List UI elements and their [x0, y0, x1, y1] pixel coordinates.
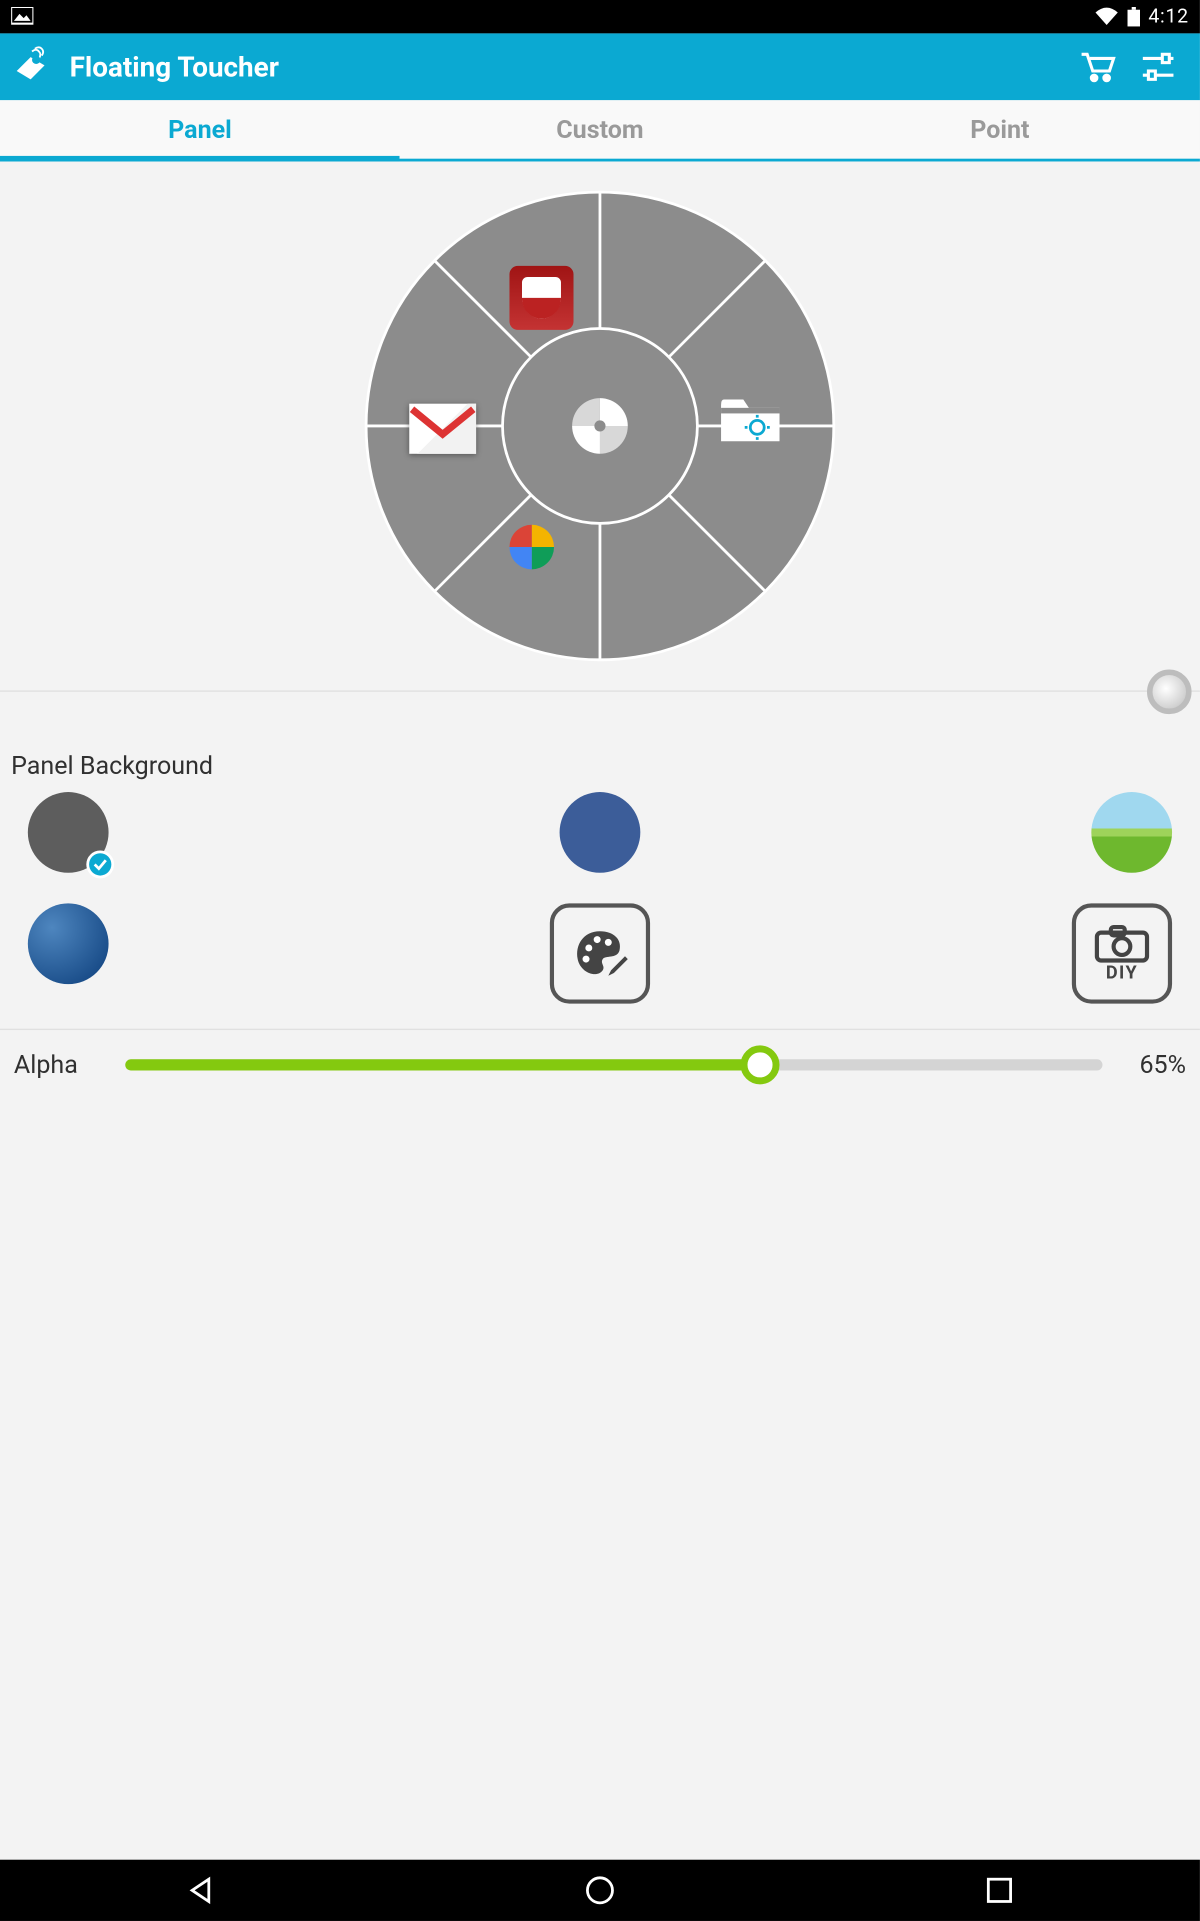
app-title: Floating Toucher: [70, 50, 1067, 83]
cart-icon: [1076, 46, 1118, 88]
settings-button[interactable]: [1128, 36, 1189, 97]
selected-check-icon: [86, 851, 114, 879]
nav-back-button[interactable]: [144, 1874, 255, 1907]
tab-custom[interactable]: Custom: [400, 100, 800, 158]
nav-home-button[interactable]: [544, 1874, 655, 1907]
bg-option-gray[interactable]: [28, 792, 109, 873]
status-bar: 4:12: [0, 0, 1200, 33]
bg-option-landscape[interactable]: [1091, 792, 1172, 873]
nfl-icon: [509, 266, 573, 330]
sliders-icon: [1137, 46, 1179, 88]
back-icon: [183, 1874, 216, 1907]
bg-option-diy[interactable]: DIY: [1072, 903, 1172, 1003]
status-clock: 4:12: [1148, 6, 1188, 28]
palette-icon: [569, 923, 630, 984]
panel-background-heading: Panel Background: [0, 746, 1200, 792]
diy-label: DIY: [1106, 963, 1138, 984]
battery-icon: [1128, 7, 1141, 26]
wheel-slot-photos[interactable]: [504, 519, 574, 589]
system-nav-bar: [0, 1860, 1200, 1921]
floating-point-handle[interactable]: [1147, 670, 1192, 715]
cart-button[interactable]: [1066, 36, 1127, 97]
wheel-slot-settings-folder[interactable]: [718, 391, 788, 461]
alpha-label: Alpha: [14, 1050, 125, 1079]
image-notification-icon: [11, 7, 33, 26]
bg-option-blue[interactable]: [560, 792, 641, 873]
tab-bar: Panel Custom Point: [0, 100, 1200, 161]
home-icon: [583, 1874, 616, 1907]
wheel-slot-gmail[interactable]: [408, 394, 478, 464]
wifi-icon: [1094, 7, 1119, 26]
bg-option-palette[interactable]: [550, 903, 650, 1003]
camera-icon: [1094, 924, 1150, 963]
alpha-value: 65%: [1102, 1050, 1186, 1079]
gmail-icon: [409, 404, 476, 454]
panel-wheel[interactable]: [363, 189, 836, 662]
nav-recent-button[interactable]: [944, 1875, 1055, 1906]
alpha-slider[interactable]: [125, 1044, 1102, 1086]
tab-point[interactable]: Point: [800, 100, 1200, 158]
wheel-slot-nfl[interactable]: [507, 263, 577, 333]
app-logo-icon: [11, 40, 58, 93]
app-bar: Floating Toucher: [0, 33, 1200, 100]
tab-panel[interactable]: Panel: [0, 100, 400, 158]
recent-icon: [985, 1875, 1016, 1906]
bg-option-stars[interactable]: [28, 903, 109, 984]
